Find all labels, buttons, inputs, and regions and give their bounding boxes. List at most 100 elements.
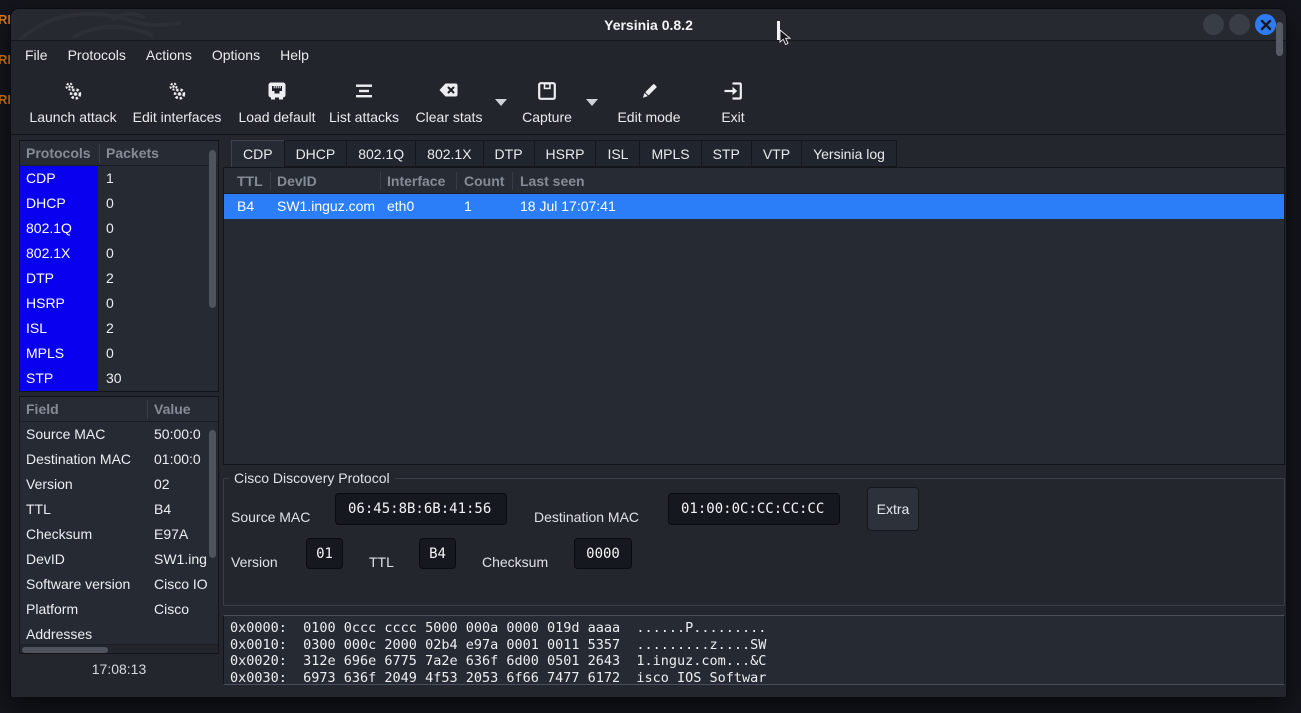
menu-item[interactable]: File [15, 41, 58, 69]
field-value: 50:00:0 [154, 422, 210, 447]
menu-item[interactable]: Protocols [58, 41, 136, 69]
menu-item[interactable]: Help [270, 41, 319, 69]
protocol-tab[interactable]: VTP [751, 140, 801, 167]
field-row[interactable]: Destination MAC 01:00:0 [20, 447, 218, 472]
clear-stats-icon [437, 79, 461, 103]
packet-count: 2 [106, 316, 114, 341]
cdp-frame-label: Cisco Discovery Protocol [229, 470, 395, 486]
toolbar-button[interactable]: List attacks [325, 76, 403, 128]
packet-cell: 18 Jul 17:07:41 [520, 194, 616, 219]
close-button[interactable] [1255, 14, 1276, 35]
toolbar-button[interactable]: Launch attack [21, 76, 125, 128]
packet-cell: SW1.inguz.com [277, 194, 375, 219]
protocol-tab[interactable]: 802.1X [415, 140, 482, 167]
minimize-button[interactable] [1203, 14, 1224, 35]
packet-table[interactable]: TTL DevID Interface Count Last seen B4SW1.in… [223, 167, 1285, 465]
field-row[interactable]: Software version Cisco IO [20, 572, 218, 597]
field-row[interactable]: Checksum E97A [20, 522, 218, 547]
toolbar-button[interactable]: Capture [515, 76, 579, 128]
toolbar-button-label: Launch attack [29, 109, 116, 125]
protocol-tab[interactable]: HSRP [534, 140, 596, 167]
hexdump-line: 0x0030: 6973 636f 2049 4f53 2053 6f66 74… [224, 670, 1284, 686]
field-value: E97A [154, 522, 210, 547]
version-input[interactable]: 01 [306, 538, 343, 569]
column-separator [99, 144, 100, 163]
column-separator [512, 172, 513, 190]
protocol-tab[interactable]: ISL [595, 140, 639, 167]
gears-icon [61, 79, 85, 103]
hexdump-line: 0x0000: 0100 0ccc cccc 5000 000a 0000 01… [224, 620, 1284, 637]
fields-horizontal-scrollbar[interactable] [20, 644, 218, 653]
protocol-name: MPLS [20, 341, 98, 366]
packet-column-header[interactable]: Interface [387, 168, 445, 194]
protocol-row[interactable]: CDP 1 [20, 166, 218, 191]
yersinia-window: Yersinia 0.8.2 FileProtocolsActionsOptio… [10, 8, 1287, 698]
fields-horizontal-scrollbar-thumb[interactable] [22, 647, 108, 653]
value-column-header[interactable]: Value [154, 397, 191, 422]
protocol-row[interactable]: 802.1X 0 [20, 241, 218, 266]
field-row[interactable]: DevID SW1.ing [20, 547, 218, 572]
packet-column-header[interactable]: DevID [277, 168, 317, 194]
toolbar-button-label: Edit interfaces [133, 109, 222, 125]
packet-column-header[interactable]: Last seen [520, 168, 585, 194]
protocol-row[interactable]: HSRP 0 [20, 291, 218, 316]
protocol-tab[interactable]: CDP [231, 140, 284, 168]
packet-column-header[interactable]: Count [464, 168, 504, 194]
field-column-header[interactable]: Field [26, 397, 59, 422]
checksum-input[interactable]: 0000 [574, 538, 632, 569]
protocols-column-header[interactable]: Protocols [26, 141, 91, 166]
packet-count: 0 [106, 291, 114, 316]
fields-vertical-scrollbar[interactable] [209, 430, 216, 558]
version-label: Version [231, 554, 278, 570]
packets-column-header[interactable]: Packets [106, 141, 159, 166]
field-row[interactable]: Source MAC 50:00:0 [20, 422, 218, 447]
field-value: Cisco [154, 597, 210, 622]
field-value: 02 [154, 472, 210, 497]
protocol-tab[interactable]: Yersinia log [801, 140, 897, 167]
desktop: RIRIRI Yersinia 0.8.2 [0, 0, 1301, 713]
field-row[interactable]: TTL B4 [20, 497, 218, 522]
protocol-tab[interactable]: 802.1Q [346, 140, 415, 167]
clear-stats-dropdown-arrow[interactable] [495, 99, 507, 106]
list-attacks-icon [352, 79, 376, 103]
destination-mac-input[interactable]: 01:00:0C:CC:CC:CC [668, 493, 840, 525]
toolbar-button[interactable]: Load default [233, 76, 321, 128]
selected-packet-row[interactable]: B4SW1.inguz.cometh0118 Jul 17:07:41 [224, 194, 1284, 219]
field-name: Version [26, 472, 73, 497]
field-name: TTL [26, 497, 51, 522]
maximize-button[interactable] [1229, 14, 1250, 35]
protocol-name: CDP [20, 166, 98, 191]
protocol-name: HSRP [20, 291, 98, 316]
ttl-input[interactable]: B4 [419, 538, 456, 569]
hexdump-scrollbar[interactable] [1276, 22, 1283, 56]
toolbar-button[interactable]: Clear stats [409, 76, 489, 128]
field-row[interactable]: Version 02 [20, 472, 218, 497]
field-row[interactable]: Platform Cisco [20, 597, 218, 622]
protocol-row[interactable]: DHCP 0 [20, 191, 218, 216]
protocol-tab[interactable]: STP [701, 140, 751, 167]
toolbar-button[interactable]: Exit [711, 76, 755, 128]
toolbar-button-label: Exit [721, 109, 744, 125]
protocol-row[interactable]: DTP 2 [20, 266, 218, 291]
toolbar-button-label: Clear stats [416, 109, 483, 125]
toolbar-button[interactable]: Edit mode [609, 76, 689, 128]
toolbar-button-label: List attacks [329, 109, 399, 125]
menu-item[interactable]: Options [202, 41, 270, 69]
hexdump-view[interactable]: 0x0000: 0100 0ccc cccc 5000 000a 0000 01… [223, 615, 1285, 685]
toolbar-button[interactable]: Edit interfaces [125, 76, 229, 128]
protocol-row[interactable]: MPLS 0 [20, 341, 218, 366]
titlebar[interactable]: Yersinia 0.8.2 [11, 9, 1286, 41]
protocol-tab[interactable]: DTP [483, 140, 534, 167]
protocol-row[interactable]: ISL 2 [20, 316, 218, 341]
extra-button[interactable]: Extra [867, 487, 919, 531]
protocol-row[interactable]: 802.1Q 0 [20, 216, 218, 241]
protocol-tab[interactable]: MPLS [639, 140, 700, 167]
protocols-scrollbar[interactable] [209, 150, 216, 308]
protocol-tab[interactable]: DHCP [284, 140, 347, 167]
packet-column-header[interactable]: TTL [237, 168, 263, 194]
protocol-row[interactable]: STP 30 [20, 366, 218, 391]
protocol-name: 802.1Q [20, 216, 98, 241]
source-mac-input[interactable]: 06:45:8B:6B:41:56 [335, 493, 507, 525]
capture-dropdown-arrow[interactable] [586, 99, 598, 106]
menu-item[interactable]: Actions [136, 41, 202, 69]
